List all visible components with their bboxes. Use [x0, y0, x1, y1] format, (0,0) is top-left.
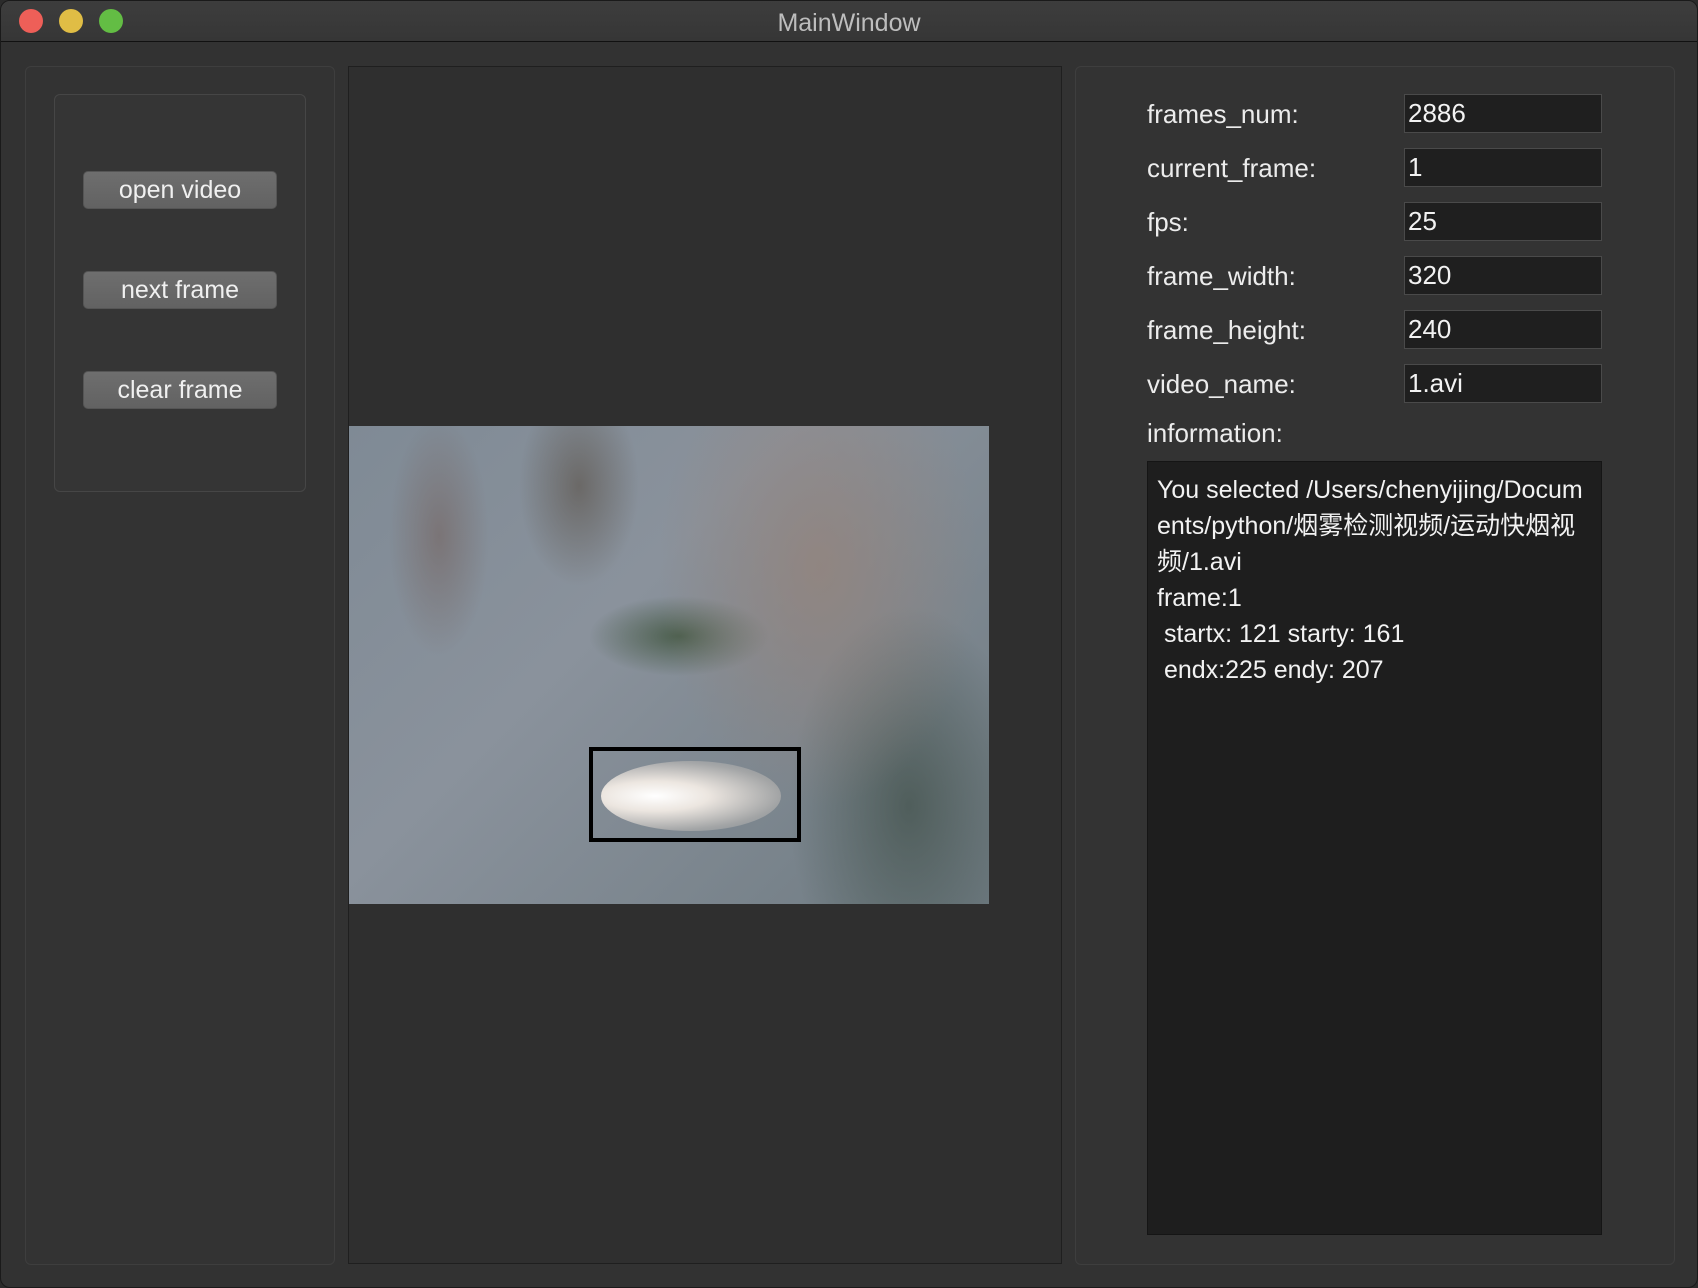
frames-num-label: frames_num: — [1147, 99, 1299, 129]
frame-height-field[interactable]: 240 — [1404, 310, 1602, 349]
detection-bounding-box — [589, 747, 801, 842]
fps-label: fps: — [1147, 207, 1189, 237]
frame-height-label: frame_height: — [1147, 315, 1306, 345]
information-label: information: — [1147, 418, 1283, 448]
open-video-button[interactable]: open video — [83, 171, 277, 209]
next-frame-button[interactable]: next frame — [83, 271, 277, 309]
video-name-field[interactable]: 1.avi — [1404, 364, 1602, 403]
window-title: MainWindow — [777, 9, 921, 37]
video-name-label: video_name: — [1147, 369, 1296, 399]
fps-field[interactable]: 25 — [1404, 202, 1602, 241]
clear-frame-button[interactable]: clear frame — [83, 371, 277, 409]
current-frame-label: current_frame: — [1147, 153, 1317, 183]
frame-width-field[interactable]: 320 — [1404, 256, 1602, 295]
current-frame-field[interactable]: 1 — [1404, 148, 1602, 187]
frame-width-label: frame_width: — [1147, 261, 1296, 291]
frames-num-field[interactable]: 2886 — [1404, 94, 1602, 133]
information-text-area[interactable]: You selected /Users/chenyijing/Documents… — [1147, 461, 1602, 1235]
title-bar: MainWindow — [1, 1, 1697, 42]
main-window: MainWindow open video next frame clear f… — [0, 0, 1698, 1288]
